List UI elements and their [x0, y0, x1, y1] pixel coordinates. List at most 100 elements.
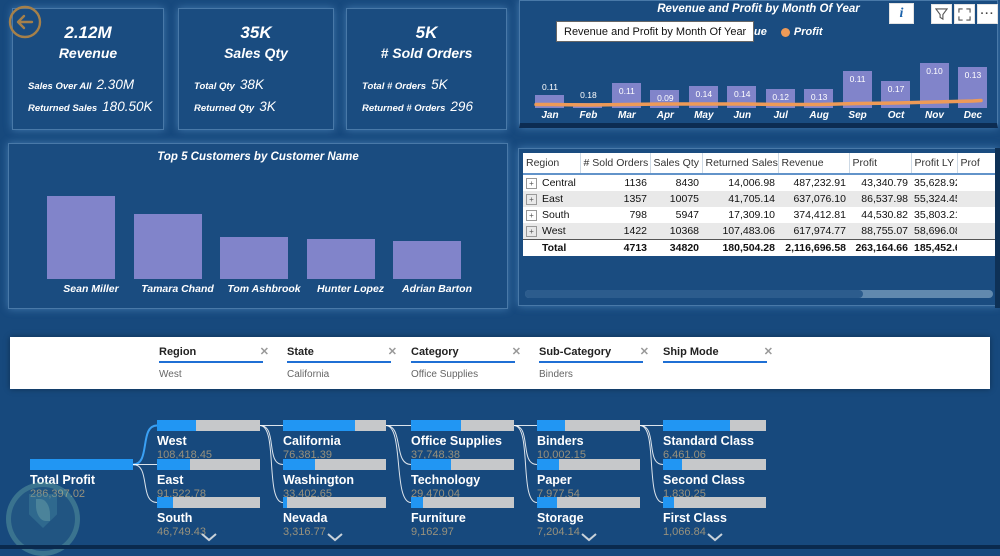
axis-label-jun: Jun: [733, 110, 752, 121]
value-cell: 617,974.77: [778, 223, 849, 240]
slicer-underline: [663, 361, 767, 363]
bar-group-jun: 0.14: [723, 39, 761, 108]
tree-node-east[interactable]: East 91,522.78: [157, 459, 260, 500]
slicer-remove-button[interactable]: ✕: [638, 345, 651, 358]
tree-node-bar-fill: [537, 497, 557, 508]
tree-node-furniture[interactable]: Furniture 9,162.97: [411, 497, 514, 538]
customer-bar-tom-ashbrook[interactable]: [220, 237, 288, 279]
tree-node-washington[interactable]: Washington 33,402.65: [283, 459, 386, 500]
column-header-sold-orders[interactable]: # Sold Orders: [580, 153, 651, 175]
value-cell: 1422: [580, 223, 650, 240]
region-matrix-panel: Region # Sold Orders Sales Qty Returned Sal…: [518, 148, 1000, 306]
value-cell: 4713: [580, 239, 650, 256]
expand-row-button[interactable]: +: [526, 194, 537, 206]
revenue-bar-feb[interactable]: [573, 103, 603, 108]
tree-node-bar-fill: [283, 497, 288, 508]
tree-node-second-class[interactable]: Second Class 1,830.25: [663, 459, 766, 500]
expand-row-button[interactable]: +: [526, 178, 537, 190]
customer-bar-tamara-chand[interactable]: [133, 214, 202, 279]
region-cell-east: + East: [523, 191, 580, 207]
tree-node-label: West: [157, 434, 187, 448]
value-cell: [957, 223, 997, 240]
expand-row-button[interactable]: +: [526, 210, 537, 222]
data-label: 0.11: [542, 82, 558, 92]
value-cell: 185,452.66: [911, 239, 957, 256]
tree-node-standard-class[interactable]: Standard Class 6,461.06: [663, 420, 766, 461]
matrix-horizontal-scrollbar[interactable]: [525, 290, 993, 298]
axis-label-apr: Apr: [656, 110, 674, 121]
region-name: Central: [542, 176, 576, 189]
tree-node-label: Nevada: [283, 511, 328, 525]
value-cell: 263,164.66: [849, 239, 911, 256]
region-matrix-table: Region # Sold Orders Sales Qty Returned Sal…: [523, 153, 997, 256]
tree-node-west[interactable]: West 108,418.45: [157, 420, 260, 461]
kpi-detail-total-qty: Total Qty 38K: [194, 76, 333, 94]
tree-node-bar: [411, 497, 514, 508]
slicer-remove-button[interactable]: ✕: [386, 345, 399, 358]
column-header-profit-ly[interactable]: Profit LY: [911, 153, 958, 175]
region-cell-central: + Central: [523, 174, 580, 191]
slicer-selected-value: Binders: [539, 369, 573, 380]
slicer-field-label: Category: [411, 345, 459, 358]
column-header-profit[interactable]: Profit: [849, 153, 912, 175]
tree-node-label: First Class: [663, 511, 727, 525]
tree-node-bar-fill: [283, 420, 356, 431]
tree-node-label: Storage: [537, 511, 584, 525]
tree-node-bar: [283, 497, 386, 508]
focus-mode-icon[interactable]: [954, 4, 975, 24]
tree-node-bar-fill: [157, 497, 174, 508]
legend-item-profit[interactable]: Profit: [780, 26, 823, 38]
expand-level-button-state[interactable]: [326, 529, 344, 542]
filter-icon[interactable]: [931, 4, 952, 24]
month-chart-panel: Revenue and Profit by Month Of Year i ··…: [519, 0, 998, 128]
value-cell: 798: [629, 209, 647, 221]
value-cell: 14,006.98: [728, 177, 775, 189]
column-header-revenue[interactable]: Revenue: [778, 153, 850, 175]
column-header-returned-sales[interactable]: Returned Sales: [702, 153, 779, 175]
tree-node-bar-fill: [283, 459, 315, 470]
customer-bar-adrian-barton[interactable]: [393, 241, 461, 279]
slicer-remove-button[interactable]: ✕: [762, 345, 775, 358]
value-cell: 1357: [580, 191, 650, 207]
tree-node-technology[interactable]: Technology 29,470.04: [411, 459, 514, 500]
bar-group-jul: 0.12: [762, 39, 800, 108]
bar-group-aug: 0.13: [800, 39, 838, 108]
region-name: East: [542, 192, 564, 205]
column-header-region[interactable]: Region: [523, 153, 581, 175]
more-options-icon[interactable]: ···: [977, 4, 998, 24]
column-header-prof[interactable]: Prof: [957, 153, 997, 175]
expand-level-button-sub-category[interactable]: [580, 529, 598, 542]
customer-bar-hunter-lopez[interactable]: [306, 239, 375, 279]
tree-node-paper[interactable]: Paper 7,977.54: [537, 459, 640, 500]
data-label: 0.12: [772, 92, 789, 102]
tree-node-bar: [157, 497, 260, 508]
bar-group-sep: 0.11: [839, 39, 877, 108]
value-cell: 637,076.10: [778, 191, 849, 207]
value-cell: 88,755.07: [849, 223, 911, 240]
value-cell: [957, 174, 997, 191]
slicer-remove-button[interactable]: ✕: [510, 345, 523, 358]
customer-bar-sean-miller[interactable]: [47, 196, 115, 279]
kpi-detail-label: Sales Over All: [28, 81, 92, 92]
revenue-bar-jan[interactable]: [535, 95, 564, 108]
back-button[interactable]: [7, 4, 43, 40]
tree-node-binders[interactable]: Binders 10,002.15: [537, 420, 640, 461]
kpi-card-sales-qty: 35K Sales Qty Total Qty 38K Returned Qty 3K: [178, 8, 334, 130]
value-cell: 487,232.91: [793, 177, 846, 189]
expand-level-button-region[interactable]: [200, 529, 218, 542]
tree-node-bar-fill: [663, 420, 730, 431]
slicer-remove-button[interactable]: ✕: [258, 345, 271, 358]
expand-level-button-ship-mode[interactable]: [706, 529, 724, 542]
tree-node-office-supplies[interactable]: Office Supplies 37,748.38: [411, 420, 514, 461]
expand-row-button[interactable]: +: [526, 226, 537, 238]
scrollbar-thumb[interactable]: [525, 290, 863, 298]
tree-node-label: Office Supplies: [411, 434, 502, 448]
slicer-underline: [159, 361, 263, 363]
data-label: 0.13: [964, 70, 982, 80]
bar-group-may: 0.14: [685, 39, 723, 108]
tree-node-bar-fill: [157, 420, 197, 431]
info-icon[interactable]: i: [889, 3, 914, 24]
data-label: 0.10: [926, 66, 943, 76]
column-header-sales-qty[interactable]: Sales Qty: [650, 153, 703, 175]
tree-node-california[interactable]: California 76,381.39: [283, 420, 386, 461]
